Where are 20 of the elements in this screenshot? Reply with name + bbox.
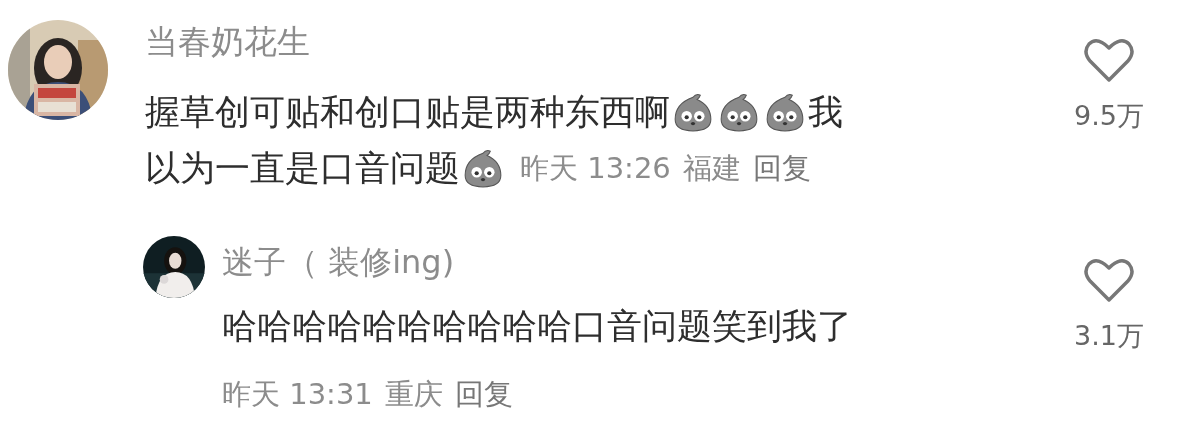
comment-time: 昨天 13:26: [520, 150, 671, 187]
username[interactable]: 迷子（ 装修ing): [222, 240, 455, 284]
like-count: 3.1万: [1074, 319, 1144, 353]
like-count: 9.5万: [1074, 99, 1144, 133]
emoji-icon: [718, 91, 760, 133]
heart-icon[interactable]: [1082, 36, 1136, 84]
emoji-icon: [672, 91, 714, 133]
comment-time: 昨天 13:31: [222, 376, 373, 413]
emoji-icon: [462, 147, 504, 189]
comment-text: 我: [808, 91, 843, 134]
comment-text: 以为一直是口音问题: [145, 147, 460, 190]
heart-icon[interactable]: [1082, 256, 1136, 304]
emoji-icon: [764, 91, 806, 133]
reply-link[interactable]: 回复: [752, 140, 811, 196]
comment-text: 握草创可贴和创口贴是两种东西啊: [145, 91, 670, 134]
reply-link[interactable]: 回复: [454, 366, 513, 422]
comment-location: 福建: [682, 150, 741, 187]
comment-text: 哈哈哈哈哈哈哈哈哈哈口音问题笑到我了: [222, 305, 852, 348]
comment-location: 重庆: [384, 376, 443, 413]
username[interactable]: 当春奶花生: [145, 20, 310, 64]
